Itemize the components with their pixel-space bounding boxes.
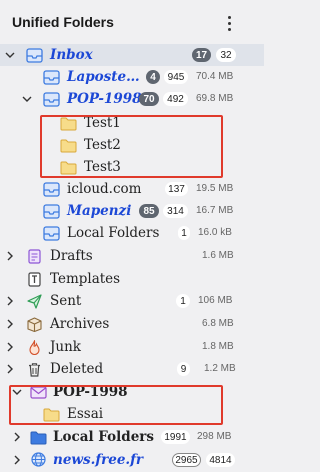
inbox-icon <box>43 92 60 107</box>
unread-count-badge: 17 <box>192 48 211 62</box>
folder-row-laposte-inbox[interactable]: Laposte… 4 945 70.4 MB <box>0 66 264 88</box>
folder-pane-header: Unified Folders <box>0 0 264 44</box>
sent-icon <box>26 294 43 309</box>
folder-label: Drafts <box>50 248 93 264</box>
chevron-right-icon[interactable] <box>12 432 22 442</box>
folder-row-icloud-inbox[interactable]: icloud.com 137 19.5 MB <box>0 178 264 200</box>
folder-row-archives[interactable]: Archives 6.8 MB <box>0 313 264 335</box>
chevron-right-icon[interactable] <box>5 364 15 374</box>
folder-row-essai[interactable]: Essai <box>0 403 264 425</box>
folder-label: Test3 <box>84 159 121 175</box>
unread-count-badge: 2965 <box>172 453 201 467</box>
folder-row-test2[interactable]: Test2 <box>0 134 264 156</box>
folder-row-pop1998-inbox[interactable]: POP-1998 70 492 69.8 MB <box>0 88 264 110</box>
total-count-badge: 4814 <box>206 453 235 467</box>
folder-label: Test2 <box>84 137 121 153</box>
folder-row-junk[interactable]: Junk 1.8 MB <box>0 336 264 358</box>
folder-size: 6.8 MB <box>202 318 234 329</box>
folder-size: 106 MB <box>198 295 233 306</box>
chevron-down-icon[interactable] <box>12 387 22 397</box>
folder-label: Laposte… <box>67 69 140 85</box>
chevron-right-icon[interactable] <box>12 455 22 465</box>
folder-size: 69.8 MB <box>196 93 234 104</box>
folder-label: icloud.com <box>67 181 142 197</box>
total-count-badge: 32 <box>216 48 236 62</box>
folder-row-sent[interactable]: Sent 1 106 MB <box>0 290 264 312</box>
folder-label: Inbox <box>50 47 93 63</box>
folder-label: Local Folders <box>67 225 160 241</box>
total-count-badge: 137 <box>165 182 188 196</box>
unread-count-badge: 85 <box>139 204 159 218</box>
drafts-icon <box>26 249 43 264</box>
account-label: POP-1998 <box>53 384 128 400</box>
total-count-badge: 9 <box>177 362 190 376</box>
folder-icon <box>60 116 77 131</box>
folder-icon <box>60 160 77 175</box>
folder-size: 1.8 MB <box>202 341 234 352</box>
folder-size: 1.6 MB <box>202 250 234 261</box>
folder-label: Templates <box>50 271 121 287</box>
archive-icon <box>26 317 43 332</box>
more-vertical-icon[interactable] <box>222 12 236 34</box>
mail-account-icon <box>30 385 47 400</box>
total-count-badge: 314 <box>163 204 188 218</box>
local-folder-icon <box>30 430 47 445</box>
account-row-pop1998[interactable]: POP-1998 <box>0 381 264 403</box>
folder-label: Mapenzi <box>67 203 132 219</box>
folder-row-drafts[interactable]: Drafts 1.6 MB <box>0 245 264 267</box>
trash-icon <box>26 362 43 377</box>
folder-label: Essai <box>67 406 104 422</box>
folder-size: 1.2 MB <box>204 363 236 374</box>
folder-label: Deleted <box>50 361 104 377</box>
folder-row-test1[interactable]: Test1 <box>0 112 264 134</box>
unread-count-badge: 4 <box>146 70 160 84</box>
chevron-right-icon[interactable] <box>5 251 15 261</box>
total-count-badge: 1991 <box>161 430 190 444</box>
globe-icon <box>30 452 47 467</box>
folder-icon <box>43 407 60 422</box>
folder-row-test3[interactable]: Test3 <box>0 156 264 178</box>
folder-size: 16.7 MB <box>196 205 234 216</box>
folder-label: Junk <box>50 339 81 355</box>
inbox-icon <box>26 48 43 63</box>
pane-title: Unified Folders <box>12 14 114 30</box>
folder-size: 298 MB <box>197 431 232 442</box>
chevron-right-icon[interactable] <box>5 342 15 352</box>
inbox-icon <box>43 226 60 241</box>
account-row-local-folders[interactable]: Local Folders 1991 298 MB <box>0 426 264 448</box>
folder-label: Test1 <box>84 115 121 131</box>
folder-size: 16.0 kB <box>198 227 232 238</box>
folder-row-inbox[interactable]: Inbox 17 32 <box>0 44 264 66</box>
folder-label: POP-1998 <box>67 91 142 107</box>
chevron-down-icon[interactable] <box>22 94 32 104</box>
inbox-icon <box>43 70 60 85</box>
folder-row-local-inbox[interactable]: Local Folders 1 16.0 kB <box>0 222 264 244</box>
folder-size: 19.5 MB <box>196 183 234 194</box>
chevron-down-icon[interactable] <box>5 50 15 60</box>
total-count-badge: 492 <box>163 92 188 106</box>
templates-icon <box>26 272 43 287</box>
total-count-badge: 1 <box>176 294 190 308</box>
folder-size: 70.4 MB <box>196 71 234 82</box>
folder-row-deleted[interactable]: Deleted 9 1.2 MB <box>0 358 264 380</box>
total-count-badge: 945 <box>164 70 188 84</box>
account-label: news.free.fr <box>53 452 144 468</box>
chevron-right-icon[interactable] <box>5 319 15 329</box>
account-label: Local Folders <box>53 429 155 445</box>
inbox-icon <box>43 182 60 197</box>
inbox-icon <box>43 204 60 219</box>
chevron-right-icon[interactable] <box>5 296 15 306</box>
account-row-news-free[interactable]: news.free.fr 2965 4814 <box>0 449 264 471</box>
folder-label: Archives <box>50 316 110 332</box>
folder-row-templates[interactable]: Templates <box>0 268 264 290</box>
total-count-badge: 1 <box>178 226 190 240</box>
folder-icon <box>60 138 77 153</box>
folder-label: Sent <box>50 293 82 309</box>
junk-icon <box>26 340 43 355</box>
folder-row-mapenzi-inbox[interactable]: Mapenzi 85 314 16.7 MB <box>0 200 264 222</box>
unread-count-badge: 70 <box>139 92 159 106</box>
